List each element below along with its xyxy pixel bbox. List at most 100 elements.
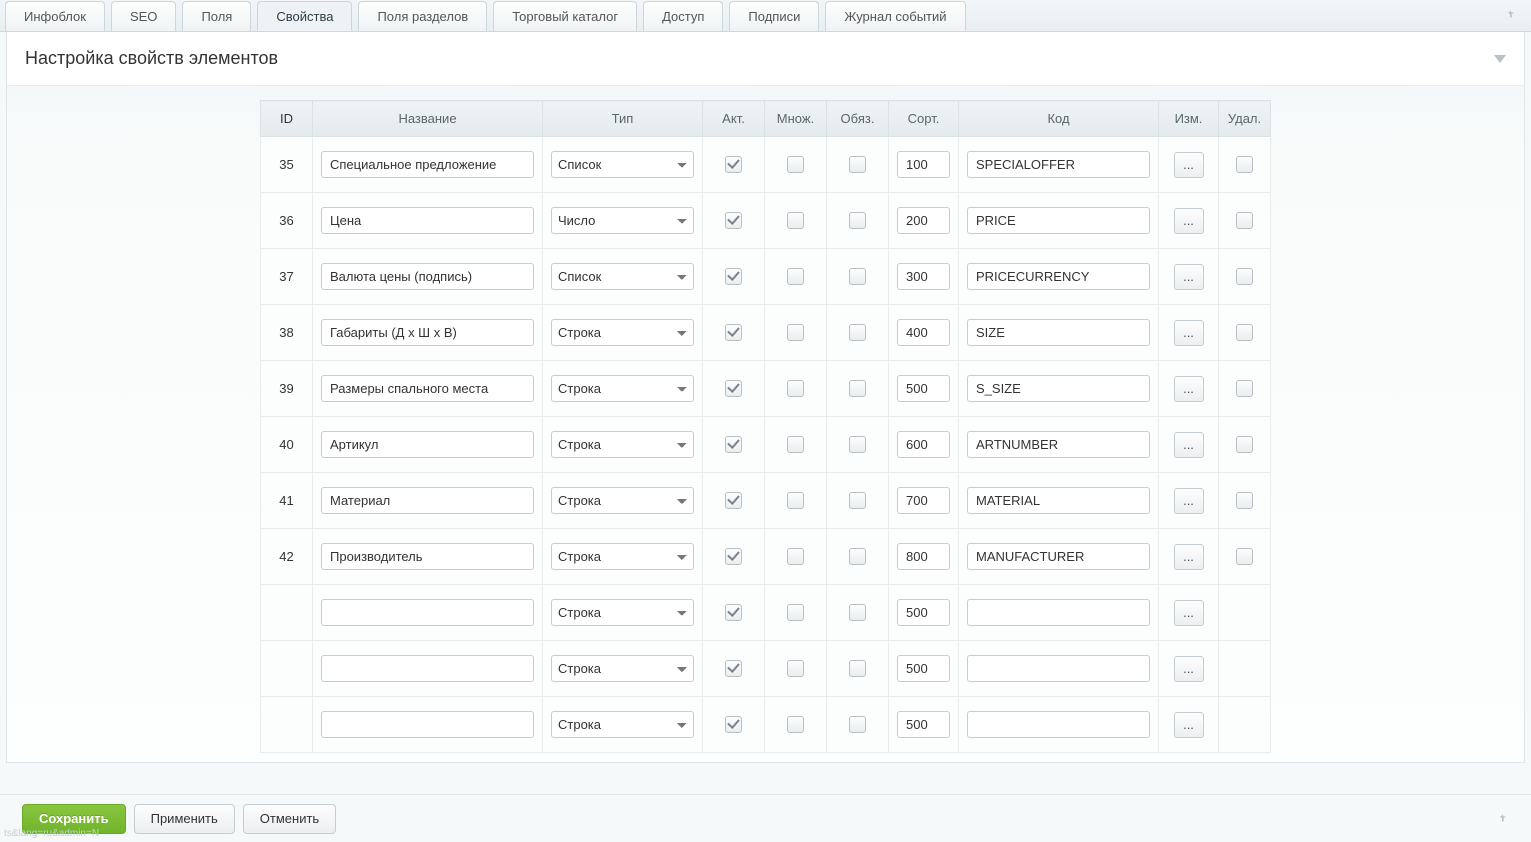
sort-input[interactable] xyxy=(897,207,950,234)
type-select[interactable]: СтрокаЧислоСписок xyxy=(551,263,694,290)
type-select[interactable]: СтрокаЧислоСписок xyxy=(551,599,694,626)
sort-input[interactable] xyxy=(897,543,950,570)
edit-button[interactable]: ... xyxy=(1174,600,1204,626)
name-input[interactable] xyxy=(321,655,534,682)
active-checkbox[interactable] xyxy=(725,212,742,229)
tab-5[interactable]: Торговый каталог xyxy=(493,1,637,31)
multi-checkbox[interactable] xyxy=(787,436,804,453)
sort-input[interactable] xyxy=(897,711,950,738)
code-input[interactable] xyxy=(967,431,1150,458)
type-select[interactable]: СтрокаЧислоСписок xyxy=(551,151,694,178)
multi-checkbox[interactable] xyxy=(787,380,804,397)
type-select[interactable]: СтрокаЧислоСписок xyxy=(551,319,694,346)
req-checkbox[interactable] xyxy=(849,716,866,733)
apply-button[interactable]: Применить xyxy=(134,804,235,834)
multi-checkbox[interactable] xyxy=(787,660,804,677)
delete-checkbox[interactable] xyxy=(1236,212,1253,229)
edit-button[interactable]: ... xyxy=(1174,712,1204,738)
sort-input[interactable] xyxy=(897,375,950,402)
active-checkbox[interactable] xyxy=(725,492,742,509)
tab-3[interactable]: Свойства xyxy=(257,1,352,31)
edit-button[interactable]: ... xyxy=(1174,208,1204,234)
type-select[interactable]: СтрокаЧислоСписок xyxy=(551,207,694,234)
name-input[interactable] xyxy=(321,431,534,458)
edit-button[interactable]: ... xyxy=(1174,376,1204,402)
type-select[interactable]: СтрокаЧислоСписок xyxy=(551,431,694,458)
active-checkbox[interactable] xyxy=(725,548,742,565)
edit-button[interactable]: ... xyxy=(1174,432,1204,458)
edit-button[interactable]: ... xyxy=(1174,152,1204,178)
collapse-icon[interactable] xyxy=(1494,55,1506,63)
pin-icon[interactable] xyxy=(1503,8,1517,22)
active-checkbox[interactable] xyxy=(725,268,742,285)
sort-input[interactable] xyxy=(897,655,950,682)
tab-1[interactable]: SEO xyxy=(111,1,176,31)
code-input[interactable] xyxy=(967,319,1150,346)
tab-0[interactable]: Инфоблок xyxy=(5,1,105,31)
code-input[interactable] xyxy=(967,487,1150,514)
edit-button[interactable]: ... xyxy=(1174,544,1204,570)
active-checkbox[interactable] xyxy=(725,436,742,453)
sort-input[interactable] xyxy=(897,431,950,458)
multi-checkbox[interactable] xyxy=(787,604,804,621)
name-input[interactable] xyxy=(321,151,534,178)
type-select[interactable]: СтрокаЧислоСписок xyxy=(551,375,694,402)
tab-8[interactable]: Журнал событий xyxy=(825,1,965,31)
code-input[interactable] xyxy=(967,151,1150,178)
req-checkbox[interactable] xyxy=(849,436,866,453)
name-input[interactable] xyxy=(321,487,534,514)
active-checkbox[interactable] xyxy=(725,660,742,677)
multi-checkbox[interactable] xyxy=(787,716,804,733)
name-input[interactable] xyxy=(321,375,534,402)
code-input[interactable] xyxy=(967,263,1150,290)
edit-button[interactable]: ... xyxy=(1174,264,1204,290)
req-checkbox[interactable] xyxy=(849,212,866,229)
active-checkbox[interactable] xyxy=(725,156,742,173)
delete-checkbox[interactable] xyxy=(1236,324,1253,341)
name-input[interactable] xyxy=(321,543,534,570)
name-input[interactable] xyxy=(321,319,534,346)
type-select[interactable]: СтрокаЧислоСписок xyxy=(551,711,694,738)
multi-checkbox[interactable] xyxy=(787,268,804,285)
code-input[interactable] xyxy=(967,375,1150,402)
tab-2[interactable]: Поля xyxy=(182,1,251,31)
sort-input[interactable] xyxy=(897,151,950,178)
edit-button[interactable]: ... xyxy=(1174,656,1204,682)
edit-button[interactable]: ... xyxy=(1174,488,1204,514)
sort-input[interactable] xyxy=(897,487,950,514)
tab-6[interactable]: Доступ xyxy=(643,1,723,31)
req-checkbox[interactable] xyxy=(849,604,866,621)
name-input[interactable] xyxy=(321,263,534,290)
name-input[interactable] xyxy=(321,599,534,626)
multi-checkbox[interactable] xyxy=(787,548,804,565)
req-checkbox[interactable] xyxy=(849,660,866,677)
sort-input[interactable] xyxy=(897,263,950,290)
delete-checkbox[interactable] xyxy=(1236,436,1253,453)
code-input[interactable] xyxy=(967,599,1150,626)
active-checkbox[interactable] xyxy=(725,324,742,341)
edit-button[interactable]: ... xyxy=(1174,320,1204,346)
req-checkbox[interactable] xyxy=(849,268,866,285)
delete-checkbox[interactable] xyxy=(1236,156,1253,173)
tab-7[interactable]: Подписи xyxy=(729,1,819,31)
req-checkbox[interactable] xyxy=(849,324,866,341)
req-checkbox[interactable] xyxy=(849,380,866,397)
name-input[interactable] xyxy=(321,711,534,738)
footer-pin-icon[interactable] xyxy=(1495,812,1509,826)
name-input[interactable] xyxy=(321,207,534,234)
code-input[interactable] xyxy=(967,711,1150,738)
delete-checkbox[interactable] xyxy=(1236,268,1253,285)
code-input[interactable] xyxy=(967,543,1150,570)
type-select[interactable]: СтрокаЧислоСписок xyxy=(551,487,694,514)
req-checkbox[interactable] xyxy=(849,492,866,509)
active-checkbox[interactable] xyxy=(725,716,742,733)
type-select[interactable]: СтрокаЧислоСписок xyxy=(551,655,694,682)
multi-checkbox[interactable] xyxy=(787,492,804,509)
sort-input[interactable] xyxy=(897,599,950,626)
cancel-button[interactable]: Отменить xyxy=(243,804,336,834)
tab-4[interactable]: Поля разделов xyxy=(358,1,487,31)
code-input[interactable] xyxy=(967,207,1150,234)
active-checkbox[interactable] xyxy=(725,380,742,397)
multi-checkbox[interactable] xyxy=(787,324,804,341)
delete-checkbox[interactable] xyxy=(1236,492,1253,509)
